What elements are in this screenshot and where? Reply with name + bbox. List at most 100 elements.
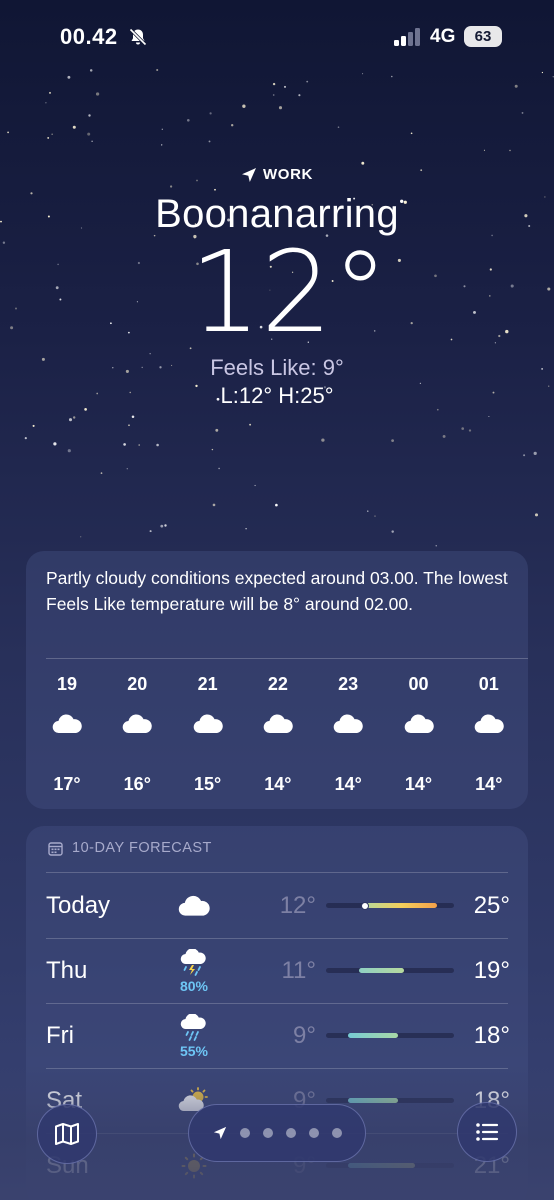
star [208, 140, 211, 143]
hour-time: 19 [56, 674, 78, 694]
hour-time: 01 [478, 674, 499, 694]
star [67, 449, 71, 453]
star [186, 118, 190, 122]
page-dot[interactable] [239, 1128, 250, 1138]
status-time: 00.42 [60, 24, 118, 49]
temperature-range-bar [326, 1163, 454, 1168]
hour-temperature: 16° [123, 774, 151, 794]
star [164, 524, 167, 527]
forecast-row[interactable]: Fri 55% 9° 18° [26, 1003, 528, 1068]
star [32, 424, 35, 427]
star [367, 510, 369, 512]
cloud-icon [313, 699, 383, 749]
star [161, 144, 163, 146]
star [521, 111, 524, 114]
current-conditions: WORK Boonanarring 12° Feels Like: 9° L:1… [0, 166, 554, 409]
cloud-icon [174, 881, 214, 931]
hour-temperature: 14° [404, 774, 433, 794]
cloud-icon [384, 699, 454, 749]
page-dot[interactable] [308, 1128, 319, 1138]
star [209, 112, 212, 115]
star [321, 438, 325, 442]
temperature-range-fill [364, 903, 438, 908]
star [523, 454, 526, 457]
forecast-low: 11° [281, 957, 316, 984]
star [68, 418, 73, 422]
current-temp-dot [360, 901, 369, 910]
forecast-day: Today [46, 892, 111, 919]
forecast-high: 19° [473, 957, 510, 984]
map-icon [55, 1123, 79, 1145]
page-indicator[interactable] [188, 1104, 366, 1162]
star [47, 136, 50, 139]
forecast-header-label: 10-DAY FORECAST [72, 840, 212, 856]
low-high: L:12° H:25° [220, 382, 334, 408]
star [275, 503, 278, 507]
hour-column: 19 17° [32, 669, 102, 801]
calendar-icon [48, 841, 63, 856]
star [91, 140, 93, 142]
star [49, 91, 51, 94]
precip-chance: 80% [179, 977, 209, 994]
star [67, 75, 71, 79]
forecast-day: Fri [46, 1022, 74, 1049]
star [95, 92, 100, 96]
star [72, 125, 76, 129]
star [212, 503, 216, 507]
star [249, 423, 252, 426]
star [514, 84, 518, 88]
star [45, 102, 47, 104]
locations-list-button[interactable] [457, 1102, 517, 1162]
forecast-row[interactable]: Thu 80% 11° 19° [26, 938, 528, 1003]
cellular-signal-icon [394, 28, 420, 46]
star [231, 124, 234, 127]
star [126, 468, 128, 470]
star [272, 82, 276, 86]
star [374, 515, 376, 517]
hour-temperature: 14° [475, 774, 503, 794]
hour-time: 21 [197, 674, 218, 694]
star [488, 415, 490, 418]
page-dot[interactable] [285, 1128, 296, 1138]
forecast-low: 9° [293, 1022, 316, 1049]
divider [46, 658, 528, 659]
hour-temperature: 14° [334, 774, 362, 794]
hourly-forecast-card[interactable]: Partly cloudy conditions expected around… [26, 551, 528, 809]
star [161, 128, 163, 130]
forecast-row[interactable]: Today 12° 25° [26, 873, 528, 938]
cloud-icon [173, 699, 243, 749]
star [391, 530, 394, 533]
star [72, 416, 76, 419]
star [128, 424, 130, 427]
star [123, 443, 126, 446]
rain-cloud-icon: 55% [174, 1011, 214, 1061]
star [272, 94, 275, 96]
star [337, 126, 340, 128]
star [284, 85, 286, 88]
conditions-summary: Partly cloudy conditions expected around… [46, 568, 508, 614]
page-dot[interactable] [262, 1128, 273, 1138]
hour-column: 23 14° [313, 669, 383, 801]
star [149, 530, 152, 533]
temperature-range-bar [326, 1033, 454, 1038]
hourly-strip[interactable]: 19 17° 20 16° 21 15° 22 14° 23 14° 00 14° 01 14° [26, 669, 528, 799]
star [88, 114, 91, 117]
star [218, 467, 220, 470]
star [211, 448, 214, 451]
hour-column: 20 16° [102, 669, 172, 801]
hour-temperature: 15° [193, 774, 222, 794]
star [160, 524, 164, 528]
map-button[interactable] [37, 1104, 97, 1164]
list-icon [476, 1123, 499, 1141]
network-type: 4G [430, 26, 456, 47]
temperature-range-bar [326, 1098, 454, 1103]
page-dot[interactable] [331, 1128, 342, 1138]
star [278, 106, 283, 110]
star [391, 439, 394, 442]
hour-temperature: 17° [53, 774, 81, 794]
temperature-range-fill [359, 968, 404, 973]
star [51, 133, 53, 135]
temperature-range-fill [348, 1098, 399, 1103]
temperature-range-bar [326, 968, 454, 973]
star [245, 527, 247, 530]
